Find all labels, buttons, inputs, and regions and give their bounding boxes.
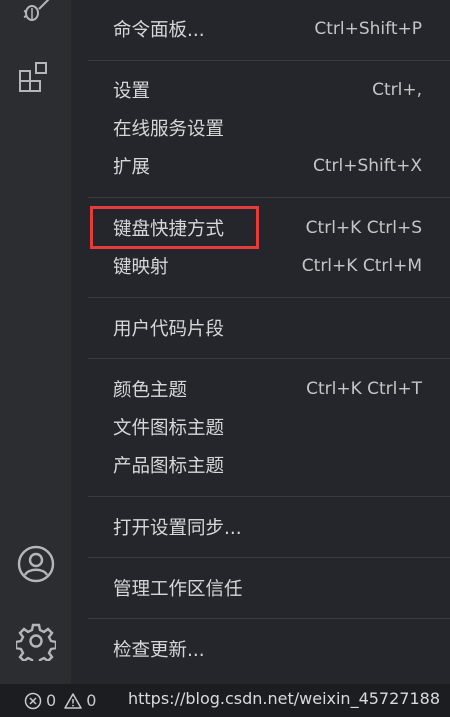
menu-item-user-snippets[interactable]: 用户代码片段 xyxy=(113,313,422,343)
menu-separator xyxy=(88,358,450,359)
error-icon xyxy=(24,692,42,709)
account-icon[interactable] xyxy=(14,542,58,586)
menu-item-label: 检查更新... xyxy=(113,640,205,661)
activity-bar xyxy=(0,0,71,684)
menu-item-shortcut: Ctrl+K Ctrl+T xyxy=(306,379,422,399)
menu-separator xyxy=(88,297,450,298)
manage-gear-icon[interactable] xyxy=(14,619,58,663)
vscode-window: 命令面板... Ctrl+Shift+P 设置 Ctrl+, 在线服务设置 扩展… xyxy=(0,0,450,717)
menu-item-label: 键映射 xyxy=(113,257,169,278)
menu-item-label: 键盘快捷方式 xyxy=(113,219,225,240)
menu-item-label: 在线服务设置 xyxy=(113,119,225,140)
menu-item-extensions[interactable]: 扩展 Ctrl+Shift+X xyxy=(113,151,422,181)
menu-item-shortcut: Ctrl+, xyxy=(372,80,422,100)
warning-count: 0 xyxy=(86,691,97,710)
menu-item-label: 扩展 xyxy=(113,157,151,178)
menu-item-label: 文件图标主题 xyxy=(113,418,225,439)
error-count: 0 xyxy=(46,691,57,710)
debug-icon[interactable] xyxy=(14,0,58,34)
menu-item-turn-on-settings-sync[interactable]: 打开设置同步... xyxy=(113,512,422,542)
menu-item-label: 颜色主题 xyxy=(113,380,188,401)
menu-item-online-services-settings[interactable]: 在线服务设置 xyxy=(113,113,422,143)
menu-item-color-theme[interactable]: 颜色主题 Ctrl+K Ctrl+T xyxy=(113,374,422,404)
menu-separator xyxy=(88,618,450,619)
menu-item-shortcut: Ctrl+Shift+X xyxy=(312,156,422,176)
menu-item-label: 设置 xyxy=(113,81,151,102)
menu-item-label: 用户代码片段 xyxy=(113,319,225,340)
watermark-url: https://blog.csdn.net/weixin_45727188 xyxy=(127,689,440,708)
extensions-icon[interactable] xyxy=(14,57,58,101)
menu-item-product-icon-theme[interactable]: 产品图标主题 xyxy=(113,450,422,480)
menu-item-label: 命令面板... xyxy=(113,20,205,41)
menu-item-settings[interactable]: 设置 Ctrl+, xyxy=(113,75,422,105)
status-bar: 0 0 https://blog.csdn.net/weixin_4572718… xyxy=(0,684,450,717)
manage-menu: 命令面板... Ctrl+Shift+P 设置 Ctrl+, 在线服务设置 扩展… xyxy=(71,0,450,684)
menu-item-label: 产品图标主题 xyxy=(113,456,225,477)
menu-item-check-for-updates[interactable]: 检查更新... xyxy=(113,634,422,664)
menu-separator xyxy=(88,557,450,558)
menu-item-command-palette[interactable]: 命令面板... Ctrl+Shift+P xyxy=(113,14,422,44)
menu-separator xyxy=(88,60,450,61)
menu-item-label: 管理工作区信任 xyxy=(113,579,243,600)
menu-item-label: 打开设置同步... xyxy=(113,518,242,539)
menu-separator xyxy=(88,496,450,497)
menu-item-file-icon-theme[interactable]: 文件图标主题 xyxy=(113,412,422,442)
menu-separator xyxy=(88,197,450,198)
menu-item-shortcut: Ctrl+K Ctrl+S xyxy=(305,218,422,238)
menu-item-shortcut: Ctrl+Shift+P xyxy=(314,19,422,39)
menu-item-manage-workspace-trust[interactable]: 管理工作区信任 xyxy=(113,573,422,603)
menu-item-shortcut: Ctrl+K Ctrl+M xyxy=(301,256,422,276)
menu-item-keyboard-shortcuts[interactable]: 键盘快捷方式 Ctrl+K Ctrl+S xyxy=(113,213,422,243)
menu-item-keymaps[interactable]: 键映射 Ctrl+K Ctrl+M xyxy=(113,251,422,281)
problems-indicator[interactable]: 0 0 xyxy=(24,691,100,710)
warning-icon xyxy=(64,692,82,709)
